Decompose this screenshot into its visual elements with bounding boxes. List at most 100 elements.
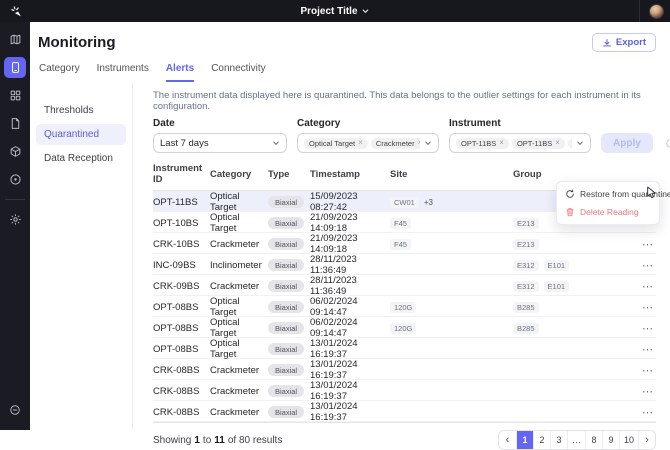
close-icon[interactable]: × xyxy=(418,139,420,147)
page-button-10[interactable]: 10 xyxy=(619,431,638,449)
cell-category: Inclinometer xyxy=(210,260,268,271)
table-row[interactable]: CRK-08BSCrackmeterBiaxial13/01/2024 16:1… xyxy=(153,380,656,401)
date-select[interactable]: Last 7 days xyxy=(153,133,287,153)
row-actions-menu-button[interactable]: ⋯ xyxy=(630,322,656,335)
filter-tag[interactable]: OPT-11BS× xyxy=(512,138,565,149)
type-badge: Biaxial xyxy=(268,280,304,292)
grid-icon[interactable] xyxy=(4,85,26,106)
filter-tag[interactable]: OPT-11BS× xyxy=(568,138,572,149)
cell-timestamp: 06/02/2024 09:14:47 xyxy=(310,317,390,339)
date-filter-label: Date xyxy=(153,118,287,129)
page-button-2[interactable]: 2 xyxy=(533,431,550,449)
subnav-item-quarantined[interactable]: Quarantined xyxy=(36,124,126,145)
filter-tag-label: OPT-11BS xyxy=(517,139,552,148)
column-header: Instrument ID xyxy=(153,163,210,185)
category-select[interactable]: Optical Target×Crackmeter×Inclinom xyxy=(297,133,439,153)
previous-page-button[interactable]: ‹ xyxy=(499,431,516,449)
filter-tag[interactable]: OPT-11BS× xyxy=(456,138,509,149)
page-button-9[interactable]: 9 xyxy=(602,431,619,449)
cell-category: Optical Target xyxy=(210,317,268,339)
cell-instrument-id: OPT-08BS xyxy=(153,302,210,313)
cell-timestamp: 28/11/2023 11:36:49 xyxy=(310,275,390,297)
site-badge: F45 xyxy=(390,239,411,250)
table-row[interactable]: CRK-08BSCrackmeterBiaxial13/01/2024 16:1… xyxy=(153,359,656,380)
project-title-dropdown[interactable]: Project Title xyxy=(300,6,369,17)
column-header: Category xyxy=(210,169,268,180)
tab-alerts[interactable]: Alerts xyxy=(166,63,194,82)
quarantine-info-text: The instrument data displayed here is qu… xyxy=(153,90,656,112)
cell-type: Biaxial xyxy=(268,406,310,418)
cell-instrument-id: CRK-09BS xyxy=(153,281,210,292)
cell-site: F45 xyxy=(390,239,513,250)
table-row[interactable]: CRK-10BSCrackmeterBiaxial21/09/2023 14:0… xyxy=(153,233,656,254)
chevron-down-icon xyxy=(576,139,584,147)
row-actions-menu-button[interactable]: ⋯ xyxy=(630,238,656,251)
instrument-select[interactable]: OPT-11BS×OPT-11BS×OPT-11BS× xyxy=(449,133,591,153)
cell-group: E312E101 xyxy=(513,281,630,292)
cell-type: Biaxial xyxy=(268,385,310,397)
cell-type: Biaxial xyxy=(268,196,310,208)
cell-type: Biaxial xyxy=(268,301,310,313)
row-actions-menu-button[interactable]: ⋯ xyxy=(630,343,656,356)
close-icon[interactable]: × xyxy=(358,139,363,147)
next-page-button[interactable]: › xyxy=(638,431,655,449)
tab-category[interactable]: Category xyxy=(39,63,80,82)
gear-icon[interactable] xyxy=(4,209,26,230)
filter-tag[interactable]: Optical Target× xyxy=(304,138,368,149)
table-row[interactable]: INC-09BSInclinometerBiaxial28/11/2023 11… xyxy=(153,254,656,275)
close-icon[interactable]: × xyxy=(555,139,560,147)
column-header: Timestamp xyxy=(310,169,390,180)
subnav-item-data-reception[interactable]: Data Reception xyxy=(36,148,126,169)
app-logo-icon[interactable] xyxy=(8,3,24,19)
apply-button[interactable]: Apply xyxy=(601,133,653,153)
table-row[interactable]: CRK-09BSCrackmeterBiaxial28/11/2023 11:3… xyxy=(153,275,656,296)
type-badge: Biaxial xyxy=(268,196,304,208)
cell-type: Biaxial xyxy=(268,259,310,271)
export-label: Export xyxy=(616,37,646,48)
filter-tag[interactable]: Crackmeter× xyxy=(371,138,420,149)
row-actions-menu-button[interactable]: ⋯ xyxy=(630,406,656,419)
page-button-8[interactable]: 8 xyxy=(585,431,602,449)
tab-connectivity[interactable]: Connectivity xyxy=(211,63,265,82)
page-button-3[interactable]: 3 xyxy=(550,431,567,449)
file-icon[interactable] xyxy=(4,113,26,134)
row-actions-menu-button[interactable]: ⋯ xyxy=(630,364,656,377)
cell-category: Optical Target xyxy=(210,212,268,234)
rail-divider xyxy=(5,199,25,200)
tab-instruments[interactable]: Instruments xyxy=(97,63,149,82)
help-icon[interactable] xyxy=(4,399,26,420)
column-header: Group xyxy=(513,169,630,180)
row-actions-menu-button[interactable]: ⋯ xyxy=(630,280,656,293)
instrument-filter-label: Instrument xyxy=(449,118,591,129)
row-actions-menu-button[interactable]: ⋯ xyxy=(630,259,656,272)
delete-reading-item[interactable]: Delete Reading xyxy=(557,203,659,221)
table-row[interactable]: CRK-08BSCrackmeterBiaxial13/01/2024 16:1… xyxy=(153,401,656,422)
chevron-down-icon xyxy=(362,7,370,15)
cell-category: Crackmeter xyxy=(210,386,268,397)
close-icon[interactable]: × xyxy=(499,139,504,147)
cell-timestamp: 13/01/2024 16:19:37 xyxy=(310,380,390,402)
row-actions-menu-button[interactable]: ⋯ xyxy=(630,301,656,314)
subnav-item-thresholds[interactable]: Thresholds xyxy=(36,100,126,121)
cell-group: E312E101 xyxy=(513,260,630,271)
map-icon[interactable] xyxy=(4,29,26,50)
site-badge: F45 xyxy=(390,218,411,229)
export-button[interactable]: Export xyxy=(592,33,656,52)
cell-timestamp: 13/01/2024 16:19:37 xyxy=(310,401,390,423)
reset-filters-icon[interactable] xyxy=(665,133,670,153)
cell-timestamp: 06/02/2024 09:14:47 xyxy=(310,296,390,318)
row-actions-menu-button[interactable]: ⋯ xyxy=(630,385,656,398)
cell-group: B285 xyxy=(513,323,630,334)
box-icon[interactable] xyxy=(4,141,26,162)
table-row[interactable]: OPT-08BSOptical TargetBiaxial13/01/2024 … xyxy=(153,338,656,359)
user-avatar[interactable] xyxy=(649,4,664,19)
group-badge: E213 xyxy=(513,218,539,229)
device-icon[interactable] xyxy=(4,57,26,78)
site-more-count[interactable]: +3 xyxy=(424,198,433,207)
page-button-1[interactable]: 1 xyxy=(516,431,533,449)
restore-from-quarantine-item[interactable]: Restore from quarantine xyxy=(557,185,659,203)
site-badge: 120G xyxy=(390,323,416,334)
table-row[interactable]: OPT-08BSOptical TargetBiaxial06/02/2024 … xyxy=(153,317,656,338)
target-icon[interactable] xyxy=(4,169,26,190)
table-row[interactable]: OPT-08BSOptical TargetBiaxial06/02/2024 … xyxy=(153,296,656,317)
